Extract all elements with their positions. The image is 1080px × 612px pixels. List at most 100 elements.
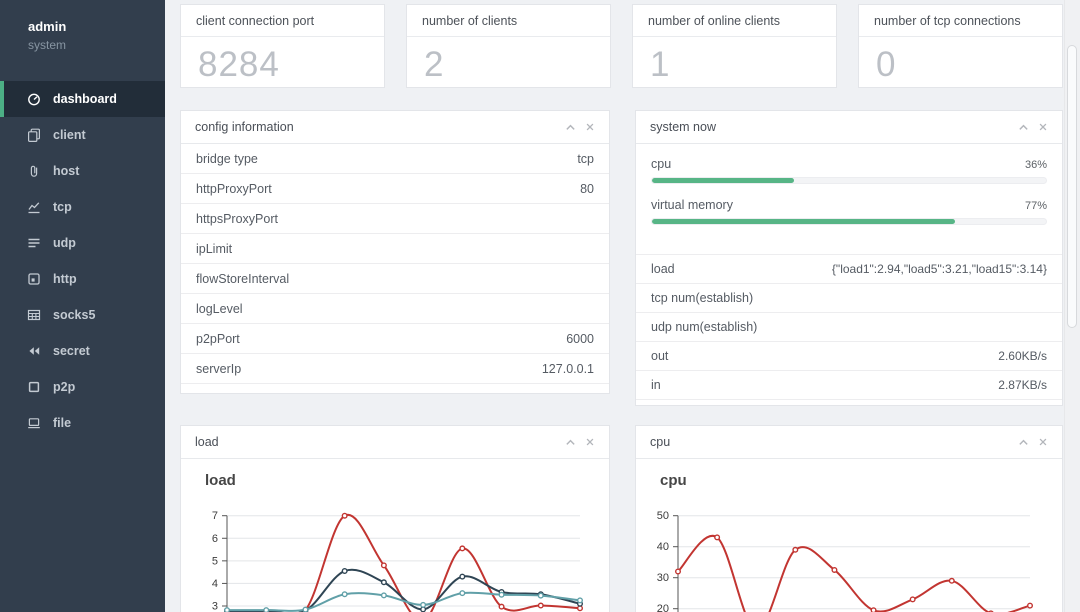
line-chart-icon [27, 200, 43, 214]
svg-text:4: 4 [212, 578, 218, 590]
user-name: admin [28, 19, 67, 34]
system-value: 2.60KB/s [998, 349, 1047, 363]
system-value: 2.87KB/s [998, 378, 1047, 392]
config-value: 80 [580, 181, 594, 196]
svg-text:20: 20 [657, 603, 669, 612]
stat-card-number-of-online-clients: number of online clients 1 [632, 4, 837, 88]
svg-text:7: 7 [212, 510, 218, 522]
svg-text:3: 3 [212, 601, 218, 612]
config-row: serverIp 127.0.0.1 [181, 354, 609, 384]
gauge-label: virtual memory [651, 198, 733, 212]
virtual-memory-gauge: virtual memory 77% [651, 198, 1047, 225]
svg-text:6: 6 [212, 533, 218, 545]
sidebar-item-label: file [53, 416, 72, 430]
sidebar-item-label: host [53, 164, 80, 178]
collapse-icon[interactable] [1018, 122, 1029, 133]
scrollbar-track[interactable] [1064, 0, 1080, 612]
config-value: 127.0.0.1 [541, 361, 594, 376]
gauge-percent: 36% [1024, 159, 1047, 171]
progress-bar-fill [652, 178, 794, 183]
config-key: httpProxyPort [196, 181, 272, 196]
dashboard-icon [27, 92, 43, 106]
config-row: ipLimit [181, 234, 609, 264]
main-content: client connection port 8284 number of cl… [165, 0, 1080, 612]
progress-bar-track [651, 177, 1047, 184]
panel-title: system now [650, 120, 716, 134]
config-key: p2pPort [196, 331, 240, 346]
sidebar-item-http[interactable]: http [0, 261, 165, 297]
sidebar-item-udp[interactable]: udp [0, 225, 165, 261]
config-key: ipLimit [196, 241, 233, 256]
sidebar-item-label: socks5 [53, 308, 96, 322]
user-block: admin system [0, 0, 165, 52]
system-key: udp num(establish) [651, 320, 758, 334]
config-key: flowStoreInterval [196, 271, 290, 286]
config-row: bridge type tcp [181, 144, 609, 174]
gauge-label: cpu [651, 157, 672, 171]
system-key: load [651, 262, 675, 276]
stat-card-value: 1 [650, 45, 671, 84]
panel-title: config information [195, 120, 294, 134]
sidebar-item-socks5[interactable]: socks5 [0, 297, 165, 333]
system-row: out 2.60KB/s [636, 342, 1062, 371]
stat-card-number-of-clients: number of clients 2 [406, 4, 611, 88]
cpu-chart-panel: cpu cpu 20 30 40 50 [635, 425, 1063, 612]
config-rows: bridge type tcp httpProxyPort 80 httpsProx… [181, 144, 609, 384]
system-key: out [651, 349, 669, 363]
panel-header: config information [181, 111, 609, 144]
sidebar-item-label: client [53, 128, 86, 142]
stat-card-client-connection-port: client connection port 8284 [180, 4, 385, 88]
system-key: tcp num(establish) [651, 291, 754, 305]
config-key: httpsProxyPort [196, 211, 278, 226]
sidebar-item-p2p[interactable]: p2p [0, 369, 165, 405]
gauge-percent: 77% [1024, 200, 1047, 212]
load-chart-panel: load load 3 4 5 6 7 [180, 425, 610, 612]
sidebar-item-secret[interactable]: secret [0, 333, 165, 369]
close-icon[interactable] [585, 122, 595, 132]
close-icon[interactable] [1038, 122, 1048, 132]
progress-bar-track [651, 218, 1047, 225]
config-row: p2pPort 6000 [181, 324, 609, 354]
scrollbar-thumb[interactable] [1067, 45, 1077, 328]
config-row: logLevel [181, 294, 609, 324]
system-row: tcp num(establish) [636, 284, 1062, 313]
config-row: httpsProxyPort [181, 204, 609, 234]
load-chart: load 3 4 5 6 7 [181, 459, 609, 612]
collapse-icon[interactable] [565, 122, 576, 133]
config-row: flowStoreInterval [181, 264, 609, 294]
panel-header: load [181, 426, 609, 459]
cpu-gauge: cpu 36% [651, 157, 1047, 184]
close-icon[interactable] [1038, 437, 1048, 447]
sidebar: admin system dashboard client host tcp u… [0, 0, 165, 612]
panel-title: cpu [650, 435, 671, 449]
config-value: 6000 [566, 331, 594, 346]
close-icon[interactable] [585, 437, 595, 447]
stat-card-number-of-tcp-connections: number of tcp connections 0 [858, 4, 1063, 88]
sidebar-item-tcp[interactable]: tcp [0, 189, 165, 225]
sidebar-item-label: udp [53, 236, 76, 250]
svg-text:30: 30 [657, 572, 669, 584]
stat-card-value: 0 [876, 45, 897, 84]
square-badge-icon [27, 272, 43, 286]
stat-card-label: number of tcp connections [859, 5, 1062, 37]
panel-tools [1018, 122, 1048, 133]
stat-card-value: 2 [424, 45, 445, 84]
monitor-icon [27, 416, 43, 430]
svg-text:50: 50 [657, 510, 669, 522]
sidebar-item-dashboard[interactable]: dashboard [0, 81, 165, 117]
collapse-icon[interactable] [1018, 437, 1029, 448]
panel-title: load [195, 435, 219, 449]
cpu-chart-canvas: 20 30 40 50 [636, 459, 1062, 612]
config-row: httpProxyPort 80 [181, 174, 609, 204]
stat-card-label: number of clients [407, 5, 610, 37]
panel-tools [565, 437, 595, 448]
sidebar-item-client[interactable]: client [0, 117, 165, 153]
sidebar-item-label: secret [53, 344, 90, 358]
panel-header: system now [636, 111, 1062, 144]
chart-title: cpu [660, 472, 687, 489]
sidebar-item-file[interactable]: file [0, 405, 165, 441]
config-key: serverIp [196, 361, 242, 376]
sidebar-item-host[interactable]: host [0, 153, 165, 189]
collapse-icon[interactable] [565, 437, 576, 448]
load-chart-canvas: 3 4 5 6 7 [181, 459, 609, 612]
